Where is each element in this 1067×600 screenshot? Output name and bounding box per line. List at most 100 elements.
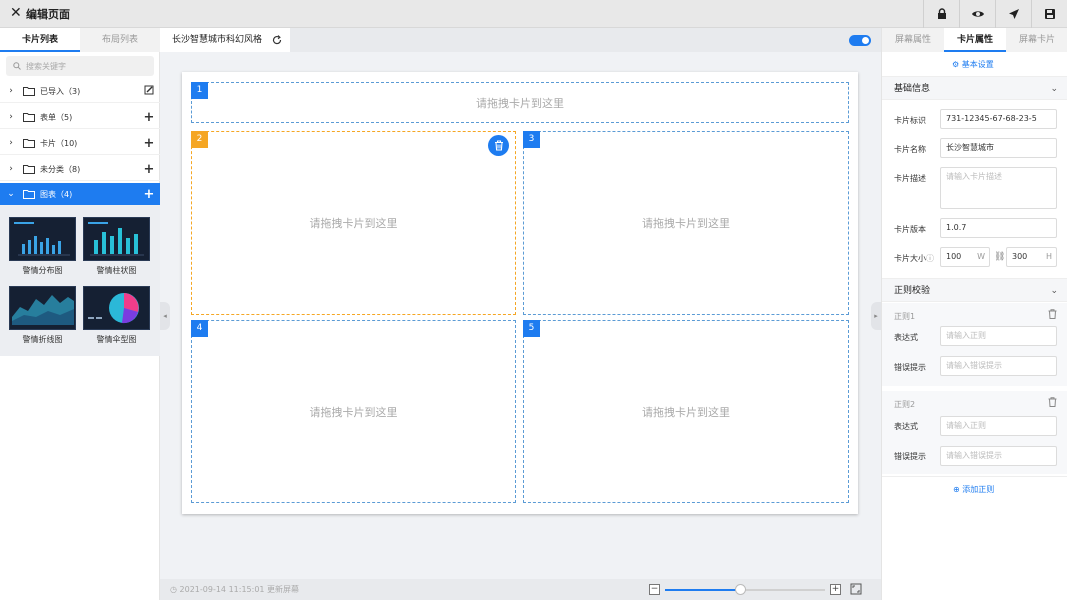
card-height-input[interactable]: 300 H [1006,247,1057,267]
zoom-in-button[interactable]: + [830,584,841,595]
lock-icon[interactable] [923,0,959,28]
tab-card-list[interactable]: 卡片列表 [0,28,80,52]
tab-card-props[interactable]: 卡片属性 [944,28,1006,52]
search-input[interactable]: 搜索关键字 [6,56,154,76]
trash-icon[interactable] [1048,397,1057,410]
slot-placeholder: 请拖拽卡片到这里 [642,217,730,230]
tree-item-cards[interactable]: › 卡片（10) + [0,132,160,155]
gear-icon: ⚙ [952,60,960,69]
update-timestamp: ◷ 2021-09-14 11:15:01 更新屏幕 [170,584,299,595]
zoom-out-button[interactable]: − [649,584,660,595]
add-icon[interactable]: + [138,187,160,202]
drop-slot-2[interactable]: 2 请拖拽卡片到这里 [191,131,516,315]
card-name-input[interactable]: 长沙智慧城市 [940,138,1057,158]
thumbnail-label: 警情折线图 [22,335,63,344]
card-description-textarea[interactable]: 请输入卡片描述 [940,167,1057,209]
clock-icon: ◷ [170,585,177,594]
thumbnail-distribution-chart[interactable] [9,217,76,261]
delete-slot-button[interactable] [488,135,509,156]
section-basic-info[interactable]: 基础信息 ⌄ [882,76,1067,100]
regex-expression-input[interactable]: 请输入正则 [940,416,1057,436]
refresh-icon[interactable] [272,35,282,45]
toggle-switch[interactable] [849,35,871,46]
tree-item-label: 卡片（10) [40,138,78,148]
folder-icon [23,87,35,96]
fullscreen-icon[interactable] [850,583,862,598]
section-title: 基础信息 [894,84,931,94]
slot-placeholder: 请拖拽卡片到这里 [309,405,398,419]
search-icon [13,62,21,70]
save-icon[interactable] [1031,0,1067,28]
close-icon[interactable]: ✕ [10,5,22,21]
status-bar: ◷ 2021-09-14 11:15:01 更新屏幕 − + [160,579,881,600]
chevron-down-icon: ⌄ [1050,286,1058,296]
page-title: 编辑页面 [26,8,70,21]
tab-screen[interactable]: 长沙智慧城市科幻风格 [160,28,290,52]
tree-item-imported[interactable]: › 已导入（3) [0,80,160,103]
tree-item-charts[interactable]: ⌄ 图表（4) + [0,183,160,206]
card-id-input[interactable]: 731-12345-67-68-23-5 [940,109,1057,129]
trash-icon [494,140,503,151]
section-regex[interactable]: 正则校验 ⌄ [882,278,1067,302]
slot-number: 3 [523,131,540,148]
timestamp-text: 2021-09-14 11:15:01 更新屏幕 [179,585,300,594]
chart-thumbnails: 警情分布图 警情柱状图 警情折线图 警情伞型图 [0,206,160,356]
eye-icon[interactable] [959,0,995,28]
tree-item-label: 图表（4) [40,189,73,199]
chevron-right-icon: › [9,138,13,148]
collapse-left-handle[interactable]: ◂ [160,302,170,330]
link-ratio-icon[interactable]: ⛓ [994,252,1005,262]
thumbnail-pie-chart[interactable] [83,286,150,330]
add-icon[interactable]: + [138,136,160,151]
drop-slot-5[interactable]: 5 请拖拽卡片到这里 [523,320,849,503]
edit-icon[interactable] [138,84,160,99]
basic-settings-label: 基本设置 [961,60,994,69]
add-rule-button[interactable]: ⊕ 添加正则 [953,484,994,495]
collapse-right-handle[interactable]: ▸ [871,302,881,330]
zoom-slider-thumb[interactable] [735,584,747,595]
drop-slot-4[interactable]: 4 请拖拽卡片到这里 [191,320,516,503]
tree-item-uncategorized[interactable]: › 未分类（8) + [0,158,160,181]
slot-placeholder: 请拖拽卡片到这里 [476,96,564,110]
card-version-input[interactable]: 1.0.7 [940,218,1057,238]
thumbnail-bar-chart[interactable] [83,217,150,261]
add-icon[interactable]: + [138,162,160,177]
thumbnail-line-chart[interactable] [9,286,76,330]
field-label: 卡片版本 [894,225,926,234]
add-icon[interactable]: + [138,110,160,125]
height-value: 300 [1012,252,1028,261]
left-panel: 卡片列表 布局列表 搜索关键字 › 已导入（3) › 表单（5) + › 卡片（… [0,28,160,600]
divider [882,476,1067,477]
folder-icon [23,190,35,199]
rule-title: 正则2 [894,400,916,409]
right-panel: 屏幕属性 卡片属性 屏幕卡片 ⚙ 基本设置 基础信息 ⌄ 卡片标识 731-12… [881,28,1067,600]
tab-screen-props[interactable]: 屏幕属性 [882,28,944,52]
thumbnail-label: 警情伞型图 [96,335,137,344]
center-header: 长沙智慧城市科幻风格 [160,28,881,52]
chevron-down-icon: ⌄ [1050,84,1058,94]
width-unit: W [977,252,985,261]
folder-icon [23,165,35,174]
drop-slot-3[interactable]: 3 请拖拽卡片到这里 [523,131,849,315]
regex-expression-input[interactable]: 请输入正则 [940,326,1057,346]
add-rule-label: 添加正则 [962,485,995,494]
field-label: 卡片标识 [894,116,926,125]
field-label: 卡片大小ⓘ [894,253,934,264]
thumbnail-label: 警情柱状图 [96,266,137,275]
trash-icon[interactable] [1048,309,1057,322]
basic-settings-link[interactable]: ⚙ 基本设置 [952,59,994,70]
tree-item-label: 未分类（8) [40,164,81,174]
field-label: 卡片描述 [894,174,926,183]
tab-screen-cards[interactable]: 屏幕卡片 [1006,28,1067,52]
slot-number: 2 [191,131,208,148]
add-circle-icon: ⊕ [953,485,960,494]
top-bar: ✕ 编辑页面 [0,0,1067,28]
drop-slot-1[interactable]: 1 请拖拽卡片到这里 [191,82,849,123]
regex-error-input[interactable]: 请输入错误提示 [940,446,1057,466]
send-icon[interactable] [995,0,1031,28]
tab-layout-list[interactable]: 布局列表 [80,28,160,52]
card-width-input[interactable]: 100 W [940,247,990,267]
regex-error-input[interactable]: 请输入错误提示 [940,356,1057,376]
tree-item-forms[interactable]: › 表单（5) + [0,106,160,129]
slot-placeholder: 请拖拽卡片到这里 [642,405,730,419]
